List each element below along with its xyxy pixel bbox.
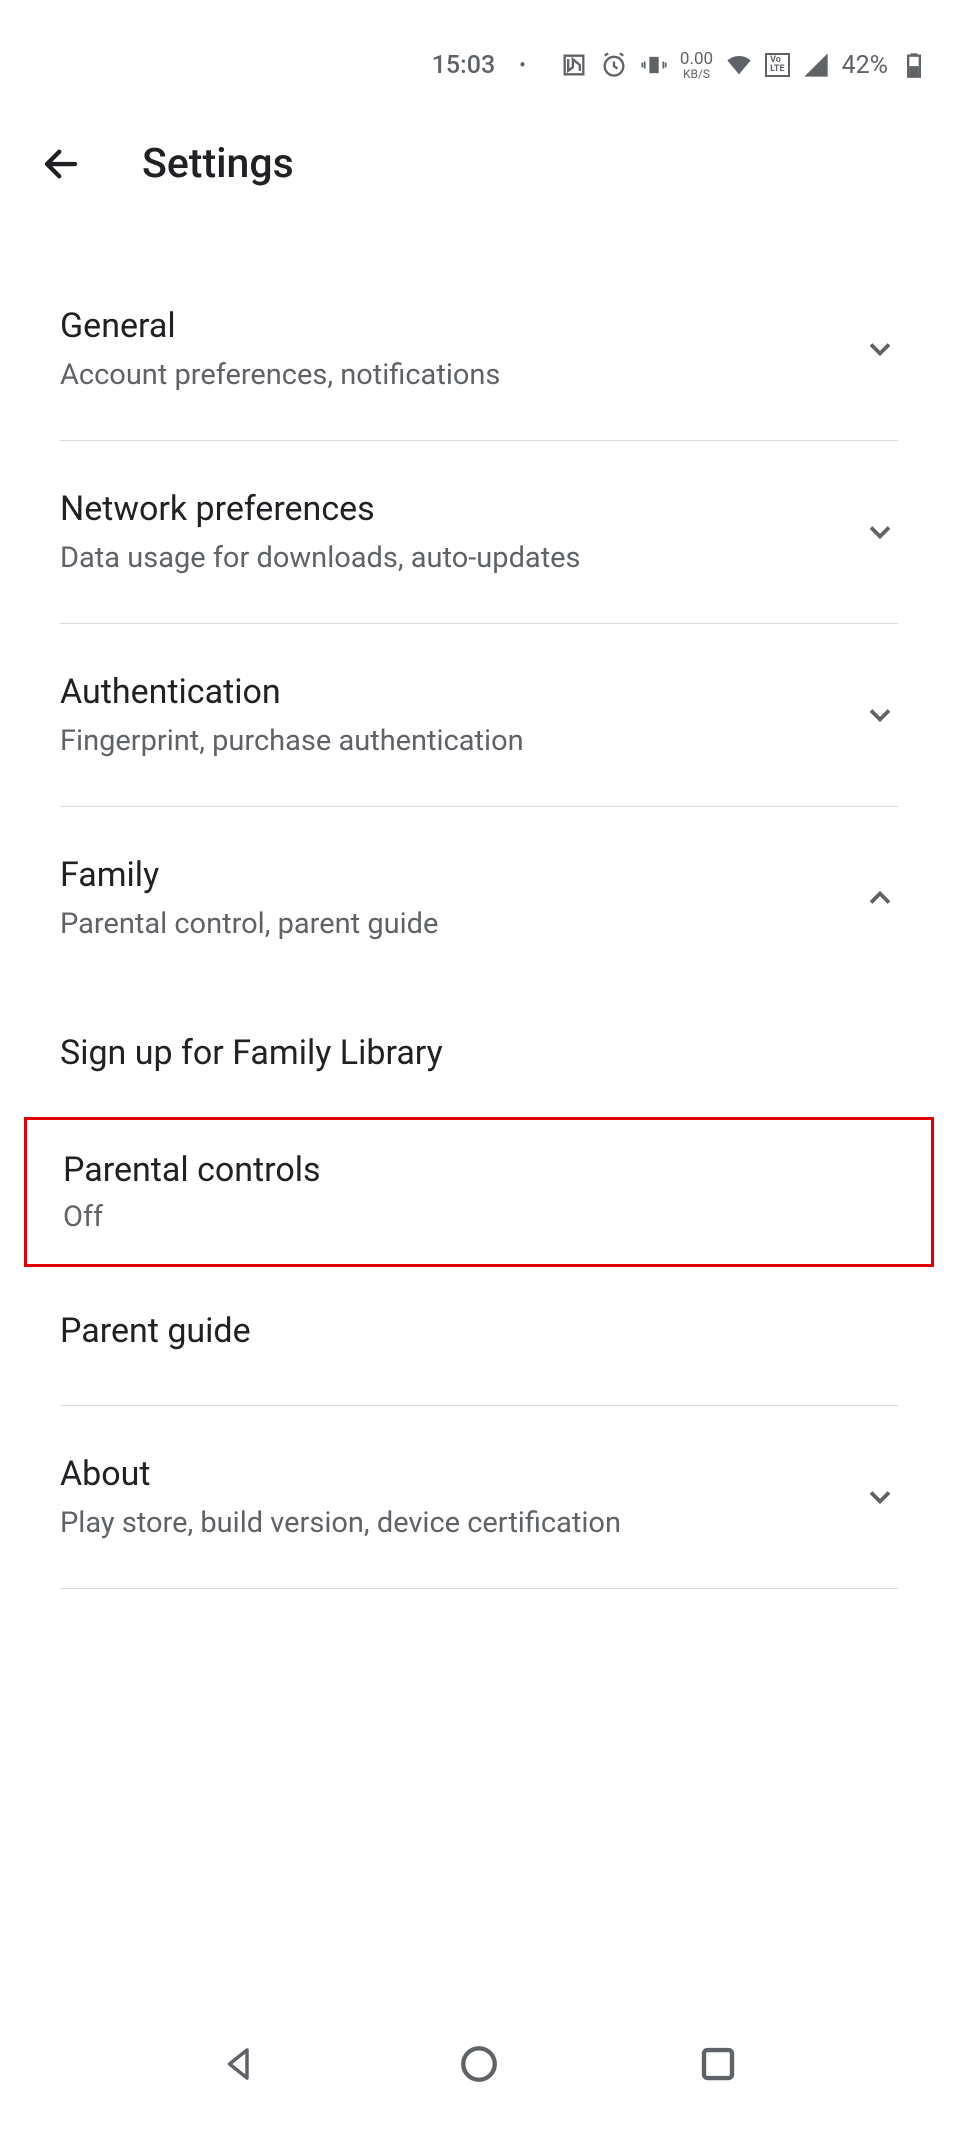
- about-subtitle: Play store, build version, device certif…: [60, 1506, 862, 1540]
- network-subtitle: Data usage for downloads, auto-updates: [60, 541, 862, 575]
- navigation-bar: [0, 1999, 958, 2129]
- chevron-down-icon: [862, 697, 898, 733]
- parental-controls-status: Off: [63, 1200, 895, 1234]
- authentication-subtitle: Fingerprint, purchase authentication: [60, 724, 862, 758]
- nav-home-icon[interactable]: [458, 2043, 500, 2085]
- sub-item-parental-controls[interactable]: Parental controls Off: [24, 1117, 934, 1267]
- alarm-icon: [600, 51, 628, 79]
- status-bar: 15:03 • 0.00 KB/S Vo LTE 42%: [0, 0, 958, 90]
- battery-percentage: 42%: [842, 51, 888, 80]
- sub-item-parent-guide[interactable]: Parent guide: [0, 1267, 958, 1395]
- status-icons: 0.00 KB/S Vo LTE 42%: [560, 51, 928, 80]
- family-subtitle: Parental control, parent guide: [60, 907, 862, 941]
- chevron-down-icon: [862, 1479, 898, 1515]
- nav-back-icon[interactable]: [219, 2043, 261, 2085]
- wifi-icon: [725, 51, 753, 79]
- page-title: Settings: [142, 140, 294, 188]
- chevron-up-icon: [862, 880, 898, 916]
- divider: [60, 1588, 898, 1589]
- header: Settings: [0, 90, 958, 218]
- chevron-down-icon: [862, 514, 898, 550]
- general-title: General: [60, 306, 862, 346]
- family-library-label: Sign up for Family Library: [60, 1033, 898, 1073]
- authentication-title: Authentication: [60, 672, 862, 712]
- network-title: Network preferences: [60, 489, 862, 529]
- nfc-icon: [560, 51, 588, 79]
- back-arrow-icon[interactable]: [40, 143, 82, 185]
- volte-icon: Vo LTE: [765, 53, 790, 77]
- settings-item-network[interactable]: Network preferences Data usage for downl…: [0, 441, 958, 623]
- network-speed: 0.00 KB/S: [680, 51, 713, 80]
- chevron-down-icon: [862, 331, 898, 367]
- settings-item-family[interactable]: Family Parental control, parent guide: [0, 807, 958, 989]
- parental-controls-label: Parental controls: [63, 1150, 895, 1190]
- signal-icon: [802, 51, 830, 79]
- settings-item-about[interactable]: About Play store, build version, device …: [0, 1406, 958, 1588]
- about-title: About: [60, 1454, 862, 1494]
- family-title: Family: [60, 855, 862, 895]
- status-dot-icon: •: [519, 53, 526, 77]
- status-time: 15:03: [432, 51, 495, 80]
- parent-guide-label: Parent guide: [60, 1311, 898, 1351]
- settings-item-authentication[interactable]: Authentication Fingerprint, purchase aut…: [0, 624, 958, 806]
- general-subtitle: Account preferences, notifications: [60, 358, 862, 392]
- sub-item-family-library[interactable]: Sign up for Family Library: [0, 989, 958, 1117]
- vibrate-icon: [640, 51, 668, 79]
- settings-item-general[interactable]: General Account preferences, notificatio…: [0, 258, 958, 440]
- nav-recent-icon[interactable]: [697, 2043, 739, 2085]
- settings-list: General Account preferences, notificatio…: [0, 218, 958, 1589]
- battery-icon: [900, 51, 928, 79]
